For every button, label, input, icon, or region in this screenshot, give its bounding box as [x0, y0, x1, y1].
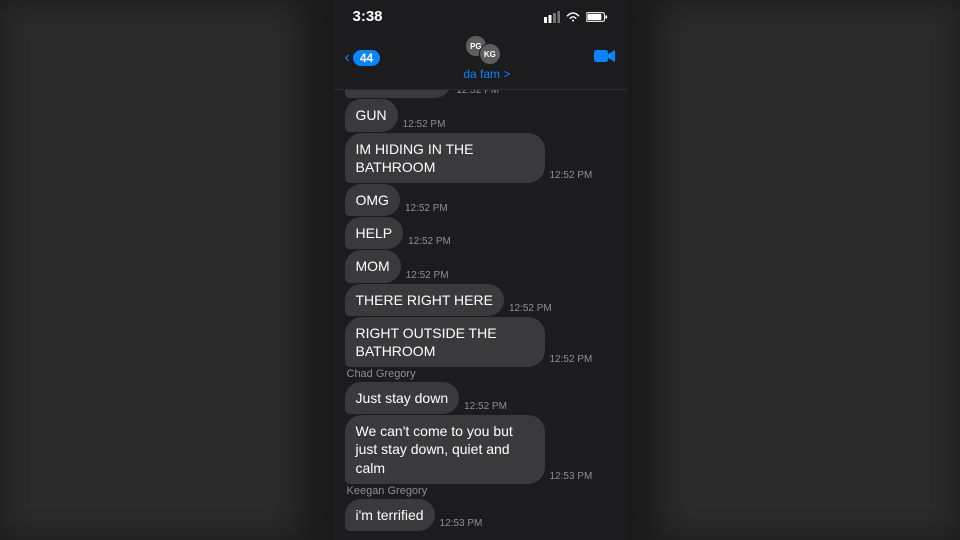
- back-count-badge: 44: [353, 50, 380, 66]
- message-row: THERE RIGHT HERE 12:52 PM: [345, 284, 616, 316]
- signal-icon: [544, 11, 560, 23]
- message-time: 12:52 PM: [403, 119, 446, 130]
- message-bubble: THERE RIGHT HERE: [345, 284, 504, 316]
- message-row: GUN 12:52 PM: [345, 99, 616, 131]
- message-bubble: IM HIDING IN THE BATHROOM: [345, 133, 545, 183]
- message-row: We can't come to you but just stay down,…: [345, 415, 616, 484]
- wifi-icon: [565, 11, 581, 23]
- status-time: 3:38: [353, 8, 383, 25]
- message-time: 12:52 PM: [550, 170, 593, 181]
- message-bubble: HELP: [345, 217, 404, 249]
- back-button[interactable]: ‹ 44: [345, 49, 381, 67]
- phone-screen: 3:38 ‹ 44: [333, 0, 628, 540]
- group-info[interactable]: PG KG da fam >: [463, 35, 510, 81]
- message-time: 12:52 PM: [464, 401, 507, 412]
- message-row: Just stay down 12:52 PM: [345, 382, 616, 414]
- message-time: 12:52 PM: [456, 90, 499, 96]
- message-time: 12:52 PM: [550, 354, 593, 365]
- message-bubble: GUM SHOTS: [345, 90, 452, 98]
- message-bubble: MOM: [345, 250, 401, 282]
- message-time: 12:53 PM: [440, 518, 483, 529]
- message-bubble: We can't come to you but just stay down,…: [345, 415, 545, 484]
- message-bubble: OMG: [345, 184, 400, 216]
- message-bubble: i'm terrified: [345, 499, 435, 531]
- message-row: IM HIDING IN THE BATHROOM 12:52 PM: [345, 133, 616, 183]
- messages-area[interactable]: Today 12:52 PM Keegan GregoryHELP12:52 P…: [333, 90, 628, 540]
- status-icons: [544, 11, 608, 23]
- message-row: HELP 12:52 PM: [345, 217, 616, 249]
- sender-name: Chad Gregory: [347, 368, 616, 380]
- message-time: 12:53 PM: [550, 471, 593, 482]
- messages-container: Keegan GregoryHELP12:52 PMGUM SHOTS12:52…: [345, 90, 616, 532]
- message-bubble: RIGHT OUTSIDE THE BATHROOM: [345, 317, 545, 367]
- video-icon: [594, 48, 616, 64]
- message-bubble: Just stay down: [345, 382, 460, 414]
- message-time: 12:52 PM: [405, 203, 448, 214]
- message-time: 12:52 PM: [408, 236, 451, 247]
- status-bar: 3:38: [333, 0, 628, 29]
- battery-icon: [586, 11, 608, 23]
- message-time: 12:52 PM: [509, 303, 552, 314]
- message-row: RIGHT OUTSIDE THE BATHROOM 12:52 PM: [345, 317, 616, 367]
- video-call-button[interactable]: [594, 48, 616, 69]
- message-row: MOM 12:52 PM: [345, 250, 616, 282]
- avatar-group: PG KG: [465, 35, 509, 65]
- message-time: 12:52 PM: [406, 270, 449, 281]
- message-bubble: GUN: [345, 99, 398, 131]
- message-row: i'm terrified 12:53 PM: [345, 499, 616, 531]
- sender-name: Keegan Gregory: [347, 485, 616, 497]
- back-chevron-icon: ‹: [345, 49, 350, 67]
- chat-header: ‹ 44 PG KG da fam >: [333, 29, 628, 90]
- group-name: da fam >: [463, 67, 510, 81]
- message-row: GUM SHOTS 12:52 PM: [345, 90, 616, 98]
- avatar-kg: KG: [479, 43, 501, 65]
- message-row: OMG 12:52 PM: [345, 184, 616, 216]
